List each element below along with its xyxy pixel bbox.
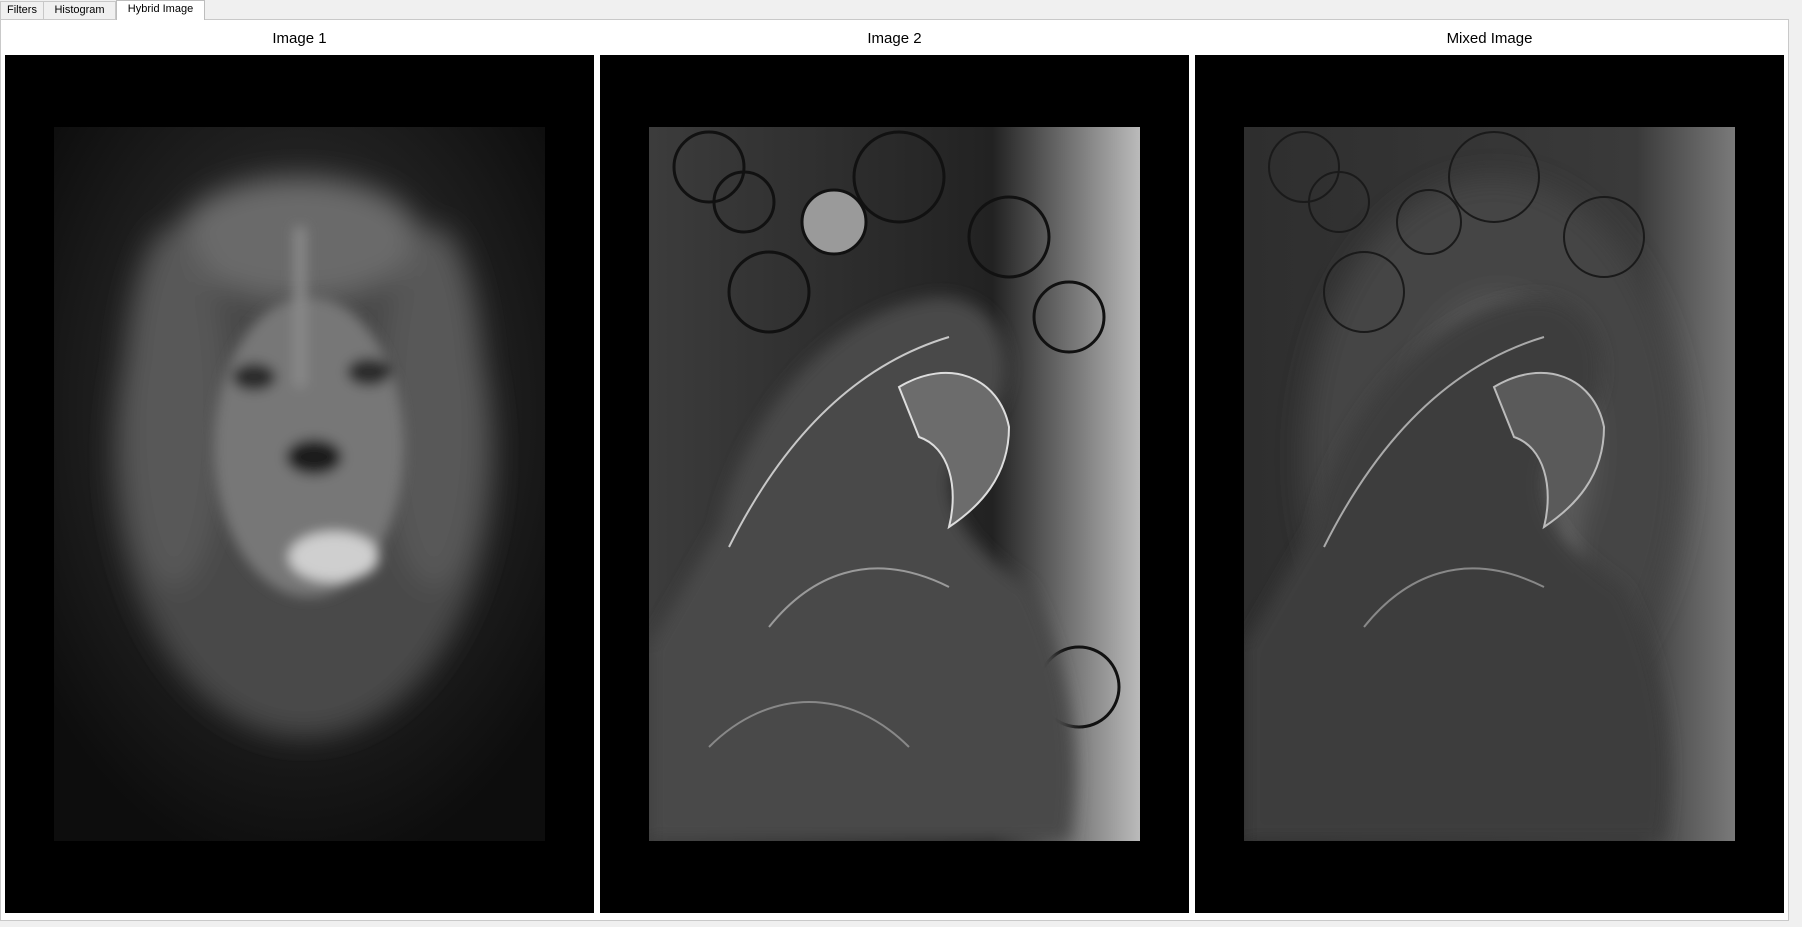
parrot-image	[649, 127, 1140, 841]
image-1-title: Image 1	[272, 30, 327, 47]
hybrid-image	[1244, 127, 1735, 841]
mixed-image-panel[interactable]	[1195, 55, 1784, 913]
tab-histogram[interactable]: Histogram	[43, 1, 116, 19]
mixed-image-title: Mixed Image	[1446, 30, 1533, 47]
lion-image	[54, 127, 545, 841]
tab-filters-label: Filters	[7, 4, 37, 16]
bottom-strip	[0, 921, 1802, 927]
tab-histogram-label: Histogram	[54, 4, 105, 16]
image-2-panel[interactable]	[600, 55, 1189, 913]
tab-filters[interactable]: Filters	[0, 1, 44, 19]
tab-hybrid-image[interactable]: Hybrid Image	[116, 0, 205, 20]
tab-hybrid-image-label: Hybrid Image	[127, 3, 194, 15]
image-2-title: Image 2	[867, 30, 922, 47]
tab-bar: Filters Histogram Hybrid Image	[0, 0, 1802, 20]
image-1-panel[interactable]	[5, 55, 594, 913]
